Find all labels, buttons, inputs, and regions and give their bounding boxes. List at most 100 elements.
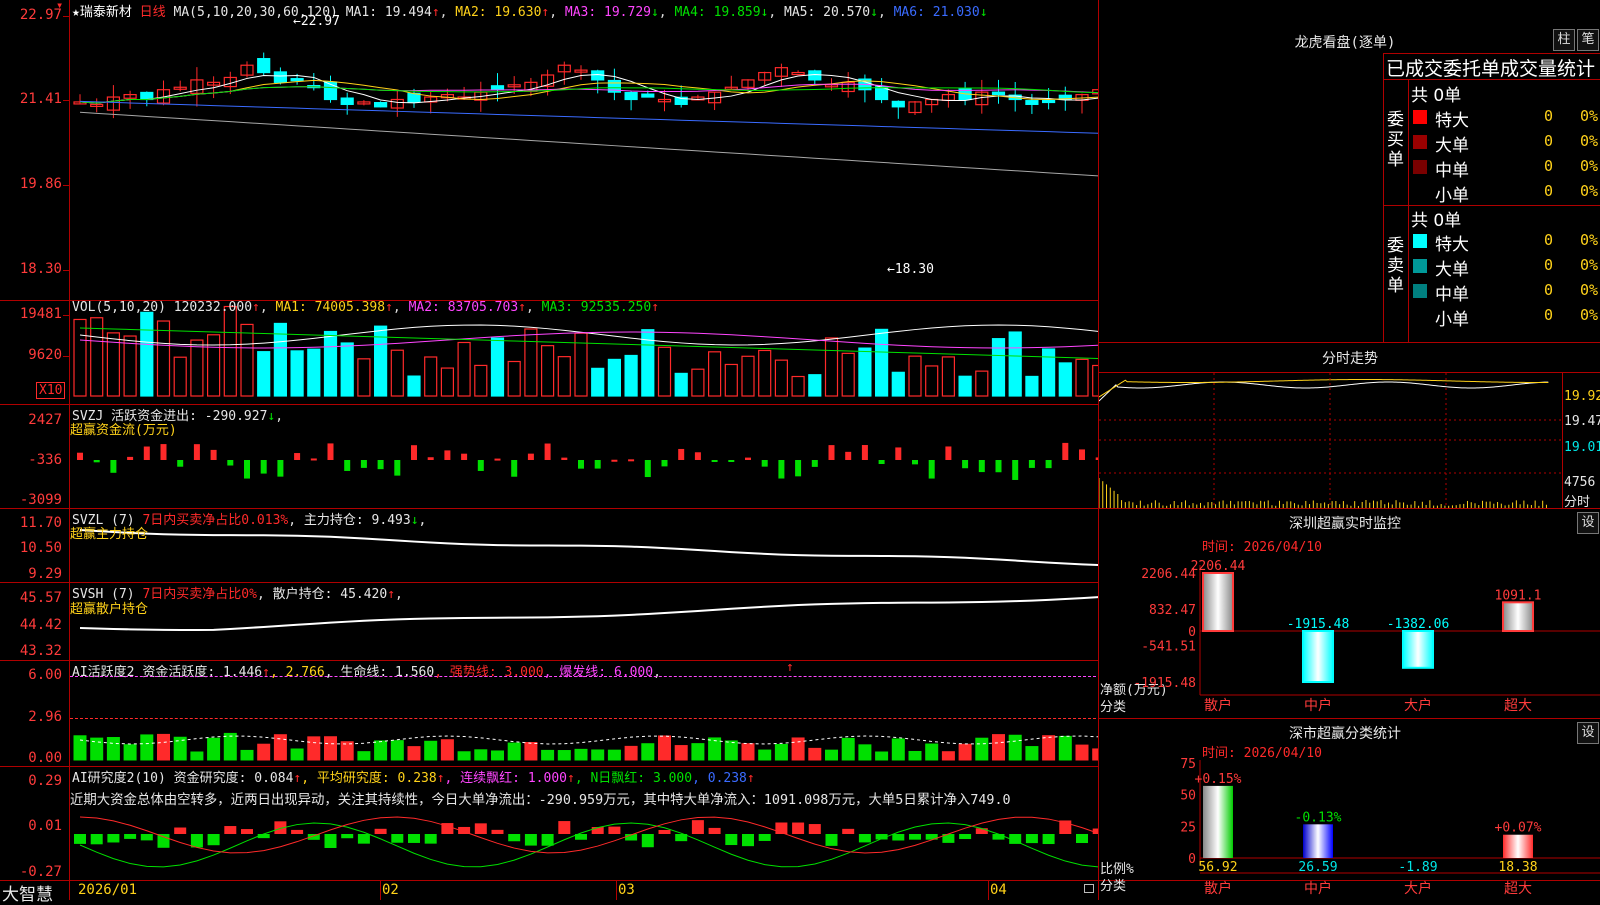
- class-bar: [1203, 786, 1233, 858]
- stock-name[interactable]: 瑞泰新材: [80, 5, 132, 20]
- volume-bar: [208, 335, 220, 396]
- volume-bar: [993, 339, 1005, 396]
- lock-icon[interactable]: [1084, 884, 1094, 893]
- activity-bar: [124, 745, 136, 760]
- candle-body: [375, 103, 387, 107]
- fund-flow-bar: [611, 460, 617, 462]
- activity-bar: [542, 750, 554, 760]
- app-logo[interactable]: 大智慧: [2, 880, 53, 905]
- vol-unit-badge: X10: [36, 382, 65, 399]
- main-chart-canvas[interactable]: [0, 0, 1098, 900]
- volume-bar: [826, 338, 838, 396]
- buy-row-label: 中单: [1435, 156, 1469, 181]
- svzj-y-label: -3099: [2, 492, 62, 508]
- ai1-tail: ,: [653, 665, 661, 680]
- fund-flow-bar: [628, 459, 634, 461]
- volume-bar: [1026, 376, 1038, 396]
- main-holding-line: [80, 530, 1098, 565]
- research-bar: [91, 834, 103, 844]
- research-bar: [642, 834, 654, 847]
- ai1-lifeline: , 生命线: 1.560: [325, 665, 434, 680]
- fund-flow-bar: [1012, 460, 1018, 480]
- fund-flow-bar: [528, 454, 534, 460]
- vol-header: VOL(5,10,20) 120232.000↑, MA1: 74005.398…: [72, 300, 659, 315]
- fund-flow-bar: [161, 444, 167, 460]
- research-bar: [508, 834, 520, 841]
- tick-mode-button[interactable]: 笔: [1577, 29, 1599, 51]
- monitor-time: 时间: 2026/04/10: [1202, 536, 1322, 555]
- fund-flow-bar: [261, 460, 267, 474]
- fund-flow-bar: [778, 460, 784, 479]
- fund-flow-bar: [645, 460, 651, 477]
- research-bar: [191, 834, 203, 847]
- class-settings-button[interactable]: 设: [1577, 722, 1599, 744]
- monitor-settings-button[interactable]: 设: [1577, 512, 1599, 534]
- monitor-y-label: 832.47: [1149, 603, 1196, 618]
- activity-bar: [475, 750, 487, 760]
- volume-bar: [809, 375, 821, 396]
- activity-bar: [942, 752, 954, 760]
- volume-bar: [325, 332, 337, 396]
- intraday-chart[interactable]: [1099, 373, 1562, 508]
- ma-line: [80, 75, 1098, 104]
- sell-row-count: 0: [1544, 231, 1553, 249]
- bar-mode-button[interactable]: 柱: [1553, 29, 1575, 51]
- x-axis-label: 02: [382, 882, 399, 898]
- ma2-value: MA2: 19.630: [455, 5, 541, 20]
- activity-bar: [1059, 736, 1071, 760]
- research-bar: [558, 821, 570, 834]
- monitor-chart[interactable]: 2206.44 832.47 0-541.51 -1915.48 2206.44 散户 -1…: [1098, 555, 1600, 715]
- dragon-title: 龙虎看盘(逐单): [1270, 32, 1420, 52]
- activity-bar: [107, 738, 119, 760]
- volume-bar: [926, 366, 938, 396]
- buy-row-pct: 0%: [1580, 157, 1598, 175]
- volume-bar: [558, 357, 570, 396]
- svzl-arrow: ↓: [411, 513, 419, 528]
- monitor-title: 深圳超赢实时监控: [1270, 513, 1420, 533]
- svzl-hold: 主力持仓: 9.493: [304, 513, 411, 528]
- fund-flow-bar: [211, 450, 217, 460]
- activity-bar: [759, 750, 771, 760]
- buy-row-count: 0: [1544, 182, 1553, 200]
- price-y-label: 18.30: [2, 261, 62, 277]
- class-chart[interactable]: 75 50 25 0 +0.15% 56.92 散户 -0.13% 26.59 中户 -1.89 大户…: [1098, 755, 1600, 900]
- ma-line: [80, 101, 1098, 133]
- ai2-comment: 近期大资金总体由空转多，近两日出现异动，关注其持续性，今日大单净流出：-290.…: [70, 788, 1096, 808]
- activity-bar: [608, 750, 620, 760]
- sell-swatch: [1413, 234, 1427, 248]
- activity-bar: [492, 751, 504, 760]
- period-label[interactable]: 日线: [140, 5, 166, 20]
- volume-bar: [709, 352, 721, 396]
- favorite-star-icon[interactable]: ★: [72, 5, 80, 20]
- fund-flow-bar: [545, 444, 551, 460]
- ma5-value: MA5: 20.570: [784, 5, 870, 20]
- research-bar: [174, 828, 186, 834]
- dragon-sub-rule: [1383, 79, 1600, 80]
- fund-flow-bar: [1096, 457, 1098, 460]
- candle-body: [258, 59, 270, 73]
- volume-bar: [976, 371, 988, 396]
- volume-bar: [492, 338, 504, 396]
- fund-flow-bar: [294, 453, 300, 460]
- ma3-value: MA3: 19.729: [565, 5, 651, 20]
- ai1-arrow: ↑: [262, 665, 270, 680]
- x-tick: [988, 880, 989, 900]
- research-bar: [826, 834, 838, 846]
- y-tick: [63, 185, 69, 186]
- candle-body: [341, 98, 353, 104]
- research-bar: [425, 834, 437, 844]
- fund-flow-bar: [277, 460, 283, 477]
- class-category-label: 大户: [1404, 880, 1432, 897]
- activity-bar: [993, 735, 1005, 760]
- fund-flow-bar: [795, 460, 801, 476]
- ai2-arrow3: ↑: [567, 771, 575, 786]
- dragon-left-border: [1383, 53, 1384, 342]
- activity-bar: [375, 741, 387, 760]
- volume-bar: [725, 364, 737, 396]
- activity-bar: [1076, 745, 1088, 760]
- x-tick: [380, 880, 381, 900]
- volume-bar: [859, 348, 871, 396]
- activity-bar: [859, 745, 871, 760]
- vol-ma1: MA1: 74005.398: [276, 300, 386, 315]
- sell-row-count: 0: [1544, 306, 1553, 324]
